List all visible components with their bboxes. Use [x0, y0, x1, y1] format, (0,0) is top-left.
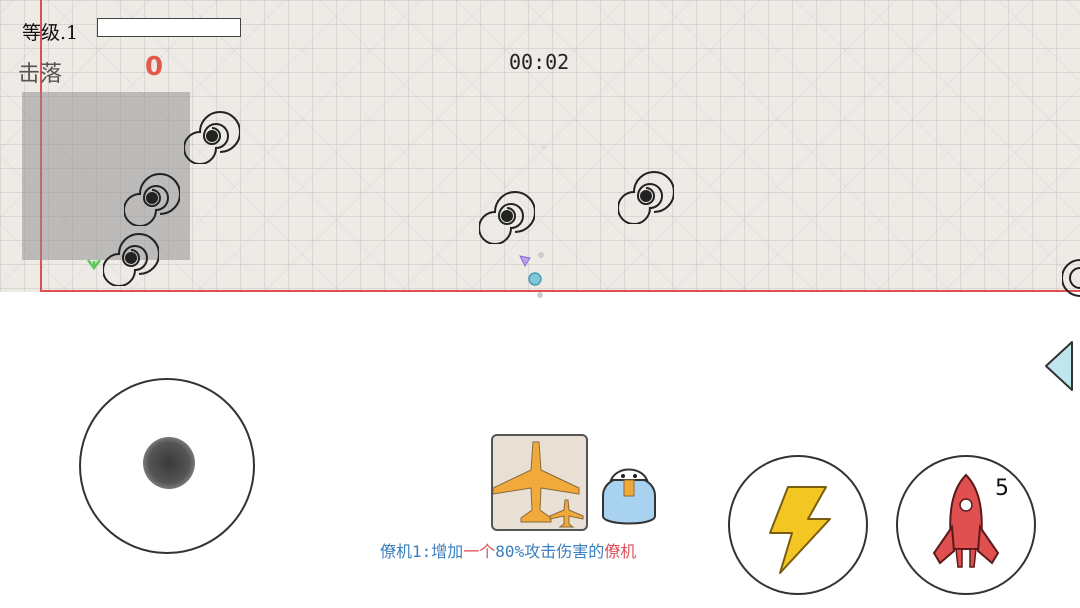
game-timer: 00:02	[509, 50, 570, 74]
rocket-count: 5	[995, 476, 1009, 501]
purple-shard-icon	[519, 255, 531, 268]
rocket-skill-button[interactable]	[896, 455, 1036, 595]
wingman-card[interactable]	[491, 434, 588, 531]
kills-label: 击落	[18, 62, 63, 87]
vortex-enemy	[618, 171, 674, 224]
tip-text-highlight: 一个	[463, 542, 496, 561]
wingman-tip: 僚机1:增加一个80%攻击伤害的僚机	[380, 538, 636, 562]
tip-text-part1: 僚机1:增加	[380, 542, 464, 561]
vortex-enemy-partial	[1062, 259, 1080, 297]
vortex-enemy	[124, 173, 180, 226]
green-arrow-icon	[87, 259, 101, 271]
lightning-skill-button[interactable]	[728, 455, 868, 595]
bullet	[541, 145, 546, 150]
wingman-plane-icon	[492, 441, 584, 528]
tip-text-part3: 80%攻击伤害的	[495, 542, 605, 561]
kills-count: 0	[145, 52, 164, 82]
vortex-enemy	[479, 191, 535, 244]
rocket-icon	[932, 473, 1000, 568]
vortex-enemy	[184, 111, 240, 164]
triangle-left-icon[interactable]	[1040, 338, 1080, 394]
xp-bar	[97, 18, 241, 37]
pilot-helmet-icon	[602, 468, 656, 525]
tip-text-highlight-2: 僚机	[604, 542, 637, 561]
game-arena	[0, 0, 1080, 298]
joystick-knob[interactable]	[143, 437, 195, 489]
player-ship	[528, 272, 542, 286]
vortex-enemy	[103, 233, 159, 286]
arena-border-bottom	[40, 290, 1080, 292]
bullet	[538, 252, 544, 258]
lightning-icon	[769, 486, 831, 574]
bullet	[537, 292, 543, 298]
joystick[interactable]	[79, 378, 255, 554]
level-label: 等级.1	[22, 22, 79, 44]
